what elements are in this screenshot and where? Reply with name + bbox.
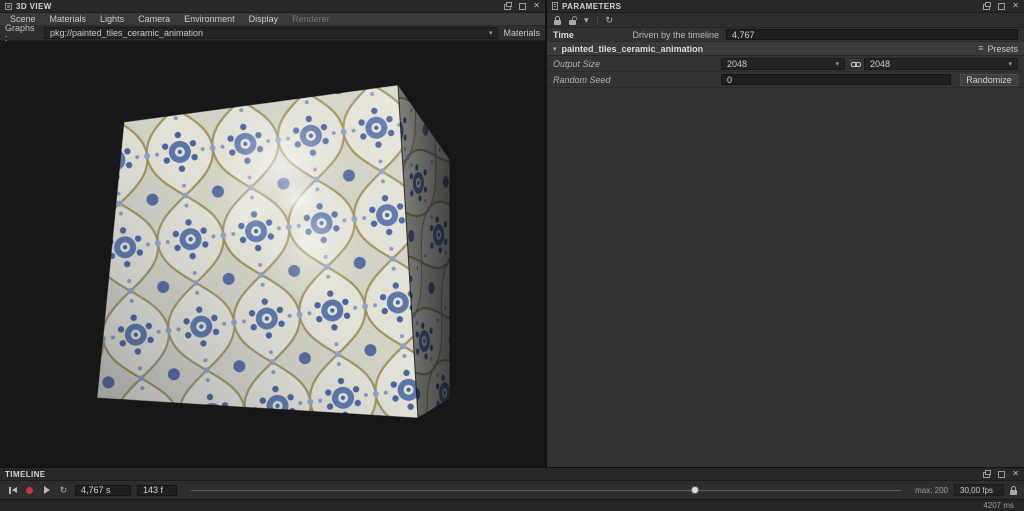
float-window-icon[interactable] xyxy=(504,2,513,10)
presets-label: Presets xyxy=(987,43,1018,54)
output-size-label: Output Size xyxy=(553,58,601,69)
graph-section-title: painted_tiles_ceramic_animation xyxy=(561,43,704,54)
output-height-value: 2048 xyxy=(870,58,891,69)
render-time: 4207 ms xyxy=(983,501,1014,510)
app-window: 3D VIEW ✕ Scene Materials Lights Camera … xyxy=(0,0,1024,511)
graph-section-row[interactable]: ▾ painted_tiles_ceramic_animation ≡ Pres… xyxy=(547,42,1024,56)
3d-view-window-buttons: ✕ xyxy=(504,2,540,10)
timeline-lock-icon[interactable] xyxy=(1010,485,1017,495)
random-seed-label: Random Seed xyxy=(553,74,611,85)
play-button[interactable] xyxy=(41,485,52,496)
graphs-dropdown[interactable]: pkg://painted_tiles_ceramic_animation ▾ xyxy=(43,27,499,39)
section-chevron-icon[interactable]: ▾ xyxy=(553,45,557,53)
loop-icon: ↻ xyxy=(59,484,68,495)
maximize-window-icon[interactable] xyxy=(998,2,1006,10)
randomize-button[interactable]: Randomize xyxy=(960,73,1018,86)
parameters-toolbar: ▾ ↻ xyxy=(547,13,1024,28)
close-icon[interactable]: ✕ xyxy=(533,2,540,10)
maximize-window-icon[interactable] xyxy=(519,2,527,10)
timeline-header: TIMELINE ✕ xyxy=(0,468,1024,481)
time-row: Time Driven by the timeline xyxy=(547,28,1024,42)
chevron-down-icon[interactable]: ▾ xyxy=(584,15,589,25)
float-window-icon[interactable] xyxy=(983,470,992,478)
3d-view-menubar: Scene Materials Lights Camera Environmen… xyxy=(0,13,545,26)
parameters-icon xyxy=(552,2,558,10)
time-label: Time xyxy=(553,29,574,40)
presets-icon: ≡ xyxy=(978,43,984,53)
link-size-icon[interactable] xyxy=(848,58,861,69)
play-icon xyxy=(43,486,50,494)
timeline-slider-track[interactable] xyxy=(191,490,902,491)
3d-cube-render xyxy=(0,41,545,467)
time-mode-label: Driven by the timeline xyxy=(632,29,719,40)
parameters-title: PARAMETERS xyxy=(562,1,622,11)
parameters-window-buttons: ✕ xyxy=(983,2,1019,10)
unlock-icon[interactable] xyxy=(569,15,577,25)
random-seed-row: Random Seed Randomize xyxy=(547,72,1024,88)
time-value-input[interactable] xyxy=(726,29,1018,40)
skip-start-icon xyxy=(9,487,17,494)
3d-viewport[interactable] xyxy=(0,41,545,467)
3d-view-title: 3D VIEW xyxy=(16,1,52,11)
graphs-label: Graphs : xyxy=(5,23,35,43)
random-seed-input[interactable] xyxy=(721,74,951,85)
output-width-value: 2048 xyxy=(727,58,748,69)
timeline-window-buttons: ✕ xyxy=(983,470,1019,478)
refresh-icon[interactable]: ↻ xyxy=(606,15,614,25)
timeline-slider-handle[interactable] xyxy=(691,486,700,494)
loop-button[interactable]: ↻ xyxy=(58,485,69,496)
maximize-window-icon[interactable] xyxy=(998,470,1006,478)
toolbar-divider xyxy=(596,15,598,25)
timeline-frame-field[interactable] xyxy=(137,484,177,496)
timeline-slider[interactable] xyxy=(191,484,902,496)
parameters-panel: PARAMETERS ✕ ▾ ↻ Time Driven by the time… xyxy=(546,0,1024,467)
float-window-icon[interactable] xyxy=(983,2,992,10)
chevron-down-icon: ▾ xyxy=(488,30,493,37)
close-icon[interactable]: ✕ xyxy=(1012,470,1019,478)
timeline-max-label: max: 200 xyxy=(915,485,948,495)
presets-button[interactable]: ≡ Presets xyxy=(978,44,1018,54)
menu-display[interactable]: Display xyxy=(242,14,286,24)
chevron-down-icon: ▾ xyxy=(835,60,839,68)
timeline-title: TIMELINE xyxy=(5,469,46,479)
graphs-dropdown-value: pkg://painted_tiles_ceramic_animation xyxy=(49,28,204,38)
output-width-dropdown[interactable]: 2048 ▾ xyxy=(721,57,845,70)
output-height-dropdown[interactable]: 2048 ▾ xyxy=(864,57,1018,70)
materials-label: Materials xyxy=(503,28,540,38)
3d-view-panel: 3D VIEW ✕ Scene Materials Lights Camera … xyxy=(0,0,545,467)
chevron-down-icon: ▾ xyxy=(1008,60,1012,68)
parameters-header: PARAMETERS ✕ xyxy=(547,0,1024,13)
timeline-panel: TIMELINE ✕ ↻ max: 200 30,00 fps xyxy=(0,467,1024,499)
fps-value: 30,00 fps xyxy=(960,485,993,495)
3d-view-icon xyxy=(5,2,12,10)
menu-environment[interactable]: Environment xyxy=(177,14,242,24)
status-bar: 4207 ms xyxy=(0,499,1024,511)
record-button[interactable] xyxy=(24,485,35,496)
menu-lights[interactable]: Lights xyxy=(93,14,131,24)
go-to-start-button[interactable] xyxy=(7,485,18,496)
record-icon xyxy=(26,486,33,494)
close-icon[interactable]: ✕ xyxy=(1012,2,1019,10)
menu-materials[interactable]: Materials xyxy=(43,14,94,24)
menu-camera[interactable]: Camera xyxy=(131,14,177,24)
timeline-time-field[interactable] xyxy=(75,484,131,496)
graphs-bar: Graphs : pkg://painted_tiles_ceramic_ani… xyxy=(0,23,545,43)
fps-dropdown[interactable]: 30,00 fps xyxy=(954,484,1004,496)
menu-renderer[interactable]: Renderer xyxy=(285,14,337,24)
timeline-controls: ↻ max: 200 30,00 fps xyxy=(0,481,1024,499)
3d-view-header: 3D VIEW ✕ xyxy=(0,0,545,13)
lock-icon[interactable] xyxy=(554,15,561,25)
output-size-row: Output Size 2048 ▾ 2048 ▾ xyxy=(547,56,1024,72)
